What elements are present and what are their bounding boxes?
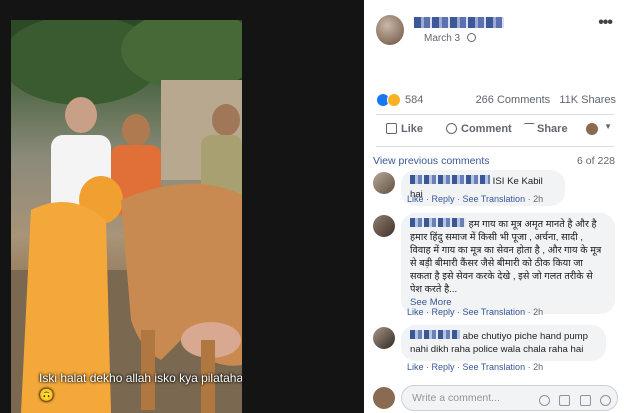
comment-placeholder: Write a comment...: [412, 392, 500, 404]
gif-icon[interactable]: [579, 395, 591, 407]
comments-count[interactable]: 266 Comments: [476, 94, 551, 106]
post-panel: March 3 ••• 584 266 Comments 11K Shares …: [364, 0, 624, 413]
comment-input-icons: [534, 392, 611, 410]
page-name-obscured[interactable]: [414, 17, 504, 28]
screenshot-root: Iski halat dekho allah isko kya pilataha…: [0, 0, 624, 413]
commenter-avatar[interactable]: [373, 327, 395, 349]
thumbs-up-icon: [386, 123, 397, 134]
comment-time: 2h: [533, 307, 544, 317]
post-date: March 3: [424, 33, 461, 44]
commenter-name-obscured[interactable]: [410, 330, 460, 339]
post-actions: Like Comment Share ▼: [376, 119, 616, 141]
shares-count[interactable]: 11K Shares: [559, 94, 616, 106]
share-arrow-icon: [519, 123, 536, 134]
engagement-counts: 266 Comments 11K Shares: [476, 94, 616, 106]
write-comment-bar: Write a comment...: [373, 385, 618, 413]
comment-button[interactable]: Comment: [446, 123, 512, 135]
chevron-down-icon[interactable]: ▼: [604, 122, 612, 131]
comment-bubble: abe chutiyo piche hand pump nahi dikh ra…: [401, 325, 606, 361]
page-avatar[interactable]: [376, 15, 404, 45]
see-translation-link[interactable]: See Translation: [463, 307, 526, 317]
comment-text: हम गाय का मूत्र अमृत मानते है और है हमार…: [410, 219, 602, 295]
divider: [376, 114, 614, 115]
comment-bubble: हम गाय का मूत्र अमृत मानते है और है हमार…: [401, 213, 615, 314]
comment-like-link[interactable]: Like: [407, 307, 424, 317]
comment-meta: Like · Reply · See Translation · 2h: [407, 194, 544, 204]
commenter-avatar[interactable]: [373, 172, 395, 194]
comment-meta: Like · Reply · See Translation · 2h: [407, 362, 544, 372]
post-timestamp[interactable]: March 3: [424, 33, 476, 44]
comment-reply-link[interactable]: Reply: [432, 362, 455, 372]
comment-reply-link[interactable]: Reply: [432, 307, 455, 317]
sticker-icon[interactable]: [600, 395, 611, 407]
comment-reply-link[interactable]: Reply: [432, 194, 455, 204]
emoji-icon[interactable]: [538, 395, 550, 407]
haha-reaction-icon[interactable]: [387, 93, 401, 107]
reactions-bar: 584 266 Comments 11K Shares: [376, 93, 616, 109]
comment-like-link[interactable]: Like: [407, 194, 424, 204]
see-translation-link[interactable]: See Translation: [463, 194, 526, 204]
like-button[interactable]: Like: [386, 123, 423, 135]
divider: [376, 146, 614, 147]
current-user-avatar: [373, 387, 395, 409]
comment-page-count: 6 of 228: [577, 155, 615, 167]
commenter-name-obscured[interactable]: [410, 218, 466, 227]
comment-time: 2h: [533, 362, 544, 372]
commenter-avatar[interactable]: [373, 215, 395, 237]
commenter-name-obscured[interactable]: [410, 175, 490, 184]
post-photo[interactable]: Iski halat dekho allah isko kya pilataha…: [11, 20, 242, 413]
commenter-avatar-selector[interactable]: [586, 123, 598, 135]
photo-scene: [11, 20, 242, 413]
comment-input[interactable]: Write a comment...: [401, 385, 618, 411]
comment-like-link[interactable]: Like: [407, 362, 424, 372]
comment-meta: Like · Reply · See Translation · 2h: [407, 307, 544, 317]
view-previous-comments-link[interactable]: View previous comments: [373, 155, 490, 167]
more-options-icon[interactable]: •••: [598, 14, 613, 32]
reaction-count[interactable]: 584: [405, 94, 423, 106]
comment-time: 2h: [533, 194, 544, 204]
share-button[interactable]: Share: [519, 123, 568, 135]
see-translation-link[interactable]: See Translation: [463, 362, 526, 372]
globe-icon: [466, 33, 476, 42]
camera-icon[interactable]: [559, 395, 571, 407]
media-viewer: Iski halat dekho allah isko kya pilataha…: [0, 0, 364, 413]
photo-caption: Iski halat dekho allah isko kya pilataha…: [39, 371, 242, 402]
comment-bubble-icon: [446, 123, 457, 134]
